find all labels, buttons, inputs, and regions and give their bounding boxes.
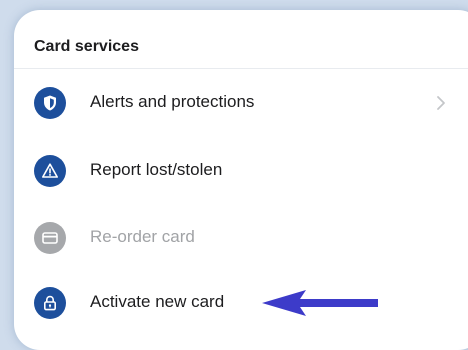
warning-icon bbox=[34, 155, 66, 187]
chevron-right-icon bbox=[437, 96, 445, 110]
card-services-panel: Card services Alerts and protections Rep… bbox=[14, 10, 468, 350]
menu-item-label: Report lost/stolen bbox=[90, 160, 223, 179]
menu-item-label: Re-order card bbox=[90, 227, 195, 246]
arrow-left-icon bbox=[262, 290, 378, 316]
shield-icon bbox=[34, 87, 66, 119]
menu-item-re-order-card[interactable]: Re-order card bbox=[14, 213, 468, 263]
menu-item-report-lost-stolen[interactable]: Report lost/stolen bbox=[14, 146, 468, 196]
menu-item-activate-new-card[interactable]: Activate new card bbox=[14, 278, 468, 328]
section-divider bbox=[14, 68, 468, 69]
lock-icon bbox=[34, 287, 66, 319]
section-title: Card services bbox=[34, 38, 139, 55]
menu-item-label: Activate new card bbox=[90, 292, 225, 311]
card-icon bbox=[34, 222, 66, 254]
menu-item-label: Alerts and protections bbox=[90, 92, 255, 111]
menu-item-alerts-and-protections[interactable]: Alerts and protections bbox=[14, 78, 468, 128]
